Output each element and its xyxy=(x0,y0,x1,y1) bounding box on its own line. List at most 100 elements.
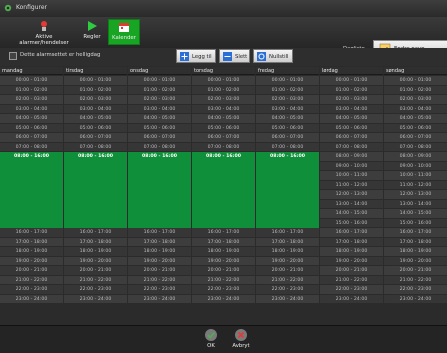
time-slot[interactable]: 00:00 - 01:00 xyxy=(320,76,383,86)
tab-calendar[interactable]: Kalender xyxy=(108,19,140,45)
time-slot[interactable]: 03:00 - 04:00 xyxy=(192,104,255,114)
time-slot[interactable]: 05:00 - 06:00 xyxy=(128,123,191,133)
time-slot[interactable]: 21:00 - 22:00 xyxy=(192,275,255,285)
time-slot[interactable]: 05:00 - 06:00 xyxy=(0,123,63,133)
time-slot[interactable]: 01:00 - 02:00 xyxy=(64,85,127,95)
time-slot[interactable]: 17:00 - 18:00 xyxy=(0,237,63,247)
time-slot[interactable]: 12:00 - 13:00 xyxy=(384,190,447,200)
time-slot[interactable]: 12:00 - 13:00 xyxy=(320,190,383,200)
add-button[interactable]: Legg til xyxy=(176,49,216,63)
time-slot[interactable]: 23:00 - 24:00 xyxy=(320,294,383,304)
time-slot[interactable]: 15:00 - 16:00 xyxy=(320,218,383,228)
time-slot[interactable]: 05:00 - 06:00 xyxy=(320,123,383,133)
time-slot[interactable]: 01:00 - 02:00 xyxy=(192,85,255,95)
reset-button[interactable]: Nullstill xyxy=(253,49,293,63)
time-slot[interactable]: 00:00 - 01:00 xyxy=(64,76,127,86)
time-slot[interactable]: 06:00 - 07:00 xyxy=(384,133,447,143)
time-slot[interactable]: 20:00 - 21:00 xyxy=(384,266,447,276)
time-slot[interactable]: 01:00 - 02:00 xyxy=(256,85,319,95)
time-slot[interactable]: 08:00 - 09:00 xyxy=(320,152,383,162)
time-slot[interactable]: 07:00 - 08:00 xyxy=(256,142,319,152)
time-slot[interactable]: 16:00 - 17:00 xyxy=(384,228,447,238)
time-slot[interactable]: 21:00 - 22:00 xyxy=(0,275,63,285)
time-slot[interactable]: 01:00 - 02:00 xyxy=(384,85,447,95)
time-slot[interactable]: 16:00 - 17:00 xyxy=(0,228,63,238)
time-slot[interactable]: 19:00 - 20:00 xyxy=(128,256,191,266)
time-slot[interactable]: 09:00 - 10:00 xyxy=(320,161,383,171)
time-slot[interactable]: 17:00 - 18:00 xyxy=(320,237,383,247)
time-slot[interactable]: 22:00 - 23:00 xyxy=(128,285,191,295)
time-slot[interactable]: 17:00 - 18:00 xyxy=(384,237,447,247)
time-slot[interactable]: 19:00 - 20:00 xyxy=(64,256,127,266)
time-slot[interactable]: 14:00 - 15:00 xyxy=(384,209,447,219)
time-slot[interactable]: 22:00 - 23:00 xyxy=(320,285,383,295)
time-slot[interactable]: 09:00 - 10:00 xyxy=(384,161,447,171)
time-slot[interactable]: 22:00 - 23:00 xyxy=(64,285,127,295)
time-slot[interactable]: 19:00 - 20:00 xyxy=(192,256,255,266)
time-slot[interactable]: 02:00 - 03:00 xyxy=(384,95,447,105)
time-slot[interactable]: 08:00 - 16:00 xyxy=(256,152,319,228)
time-slot[interactable]: 18:00 - 19:00 xyxy=(256,247,319,257)
time-slot[interactable]: 22:00 - 23:00 xyxy=(256,285,319,295)
time-slot[interactable]: 06:00 - 07:00 xyxy=(128,133,191,143)
time-slot[interactable]: 05:00 - 06:00 xyxy=(384,123,447,133)
time-slot[interactable]: 08:00 - 16:00 xyxy=(0,152,63,228)
tab-active-alarms[interactable]: Aktive alarmer/hendelser xyxy=(14,19,74,46)
time-slot[interactable]: 01:00 - 02:00 xyxy=(320,85,383,95)
time-slot[interactable]: 06:00 - 07:00 xyxy=(256,133,319,143)
time-slot[interactable]: 18:00 - 19:00 xyxy=(0,247,63,257)
time-slot[interactable]: 17:00 - 18:00 xyxy=(192,237,255,247)
time-slot[interactable]: 20:00 - 21:00 xyxy=(192,266,255,276)
time-slot[interactable]: 17:00 - 18:00 xyxy=(128,237,191,247)
time-slot[interactable]: 17:00 - 18:00 xyxy=(64,237,127,247)
time-slot[interactable]: 11:00 - 12:00 xyxy=(320,180,383,190)
time-slot[interactable]: 20:00 - 21:00 xyxy=(64,266,127,276)
time-slot[interactable]: 20:00 - 21:00 xyxy=(320,266,383,276)
time-slot[interactable]: 23:00 - 24:00 xyxy=(256,294,319,304)
time-slot[interactable]: 18:00 - 19:00 xyxy=(384,247,447,257)
time-slot[interactable]: 07:00 - 08:00 xyxy=(320,142,383,152)
time-slot[interactable]: 03:00 - 04:00 xyxy=(320,104,383,114)
time-slot[interactable]: 10:00 - 11:00 xyxy=(384,171,447,181)
time-slot[interactable]: 14:00 - 15:00 xyxy=(320,209,383,219)
time-slot[interactable]: 07:00 - 08:00 xyxy=(0,142,63,152)
time-slot[interactable]: 21:00 - 22:00 xyxy=(128,275,191,285)
time-slot[interactable]: 21:00 - 22:00 xyxy=(384,275,447,285)
time-slot[interactable]: 11:00 - 12:00 xyxy=(384,180,447,190)
tab-rules[interactable]: Regler xyxy=(80,19,104,45)
time-slot[interactable]: 19:00 - 20:00 xyxy=(320,256,383,266)
time-slot[interactable]: 02:00 - 03:00 xyxy=(320,95,383,105)
time-slot[interactable]: 07:00 - 08:00 xyxy=(192,142,255,152)
time-slot[interactable]: 03:00 - 04:00 xyxy=(256,104,319,114)
time-slot[interactable]: 04:00 - 05:00 xyxy=(256,114,319,124)
time-slot[interactable]: 07:00 - 08:00 xyxy=(128,142,191,152)
time-slot[interactable]: 03:00 - 04:00 xyxy=(64,104,127,114)
time-slot[interactable]: 06:00 - 07:00 xyxy=(64,133,127,143)
time-slot[interactable]: 02:00 - 03:00 xyxy=(64,95,127,105)
time-slot[interactable]: 03:00 - 04:00 xyxy=(384,104,447,114)
time-slot[interactable]: 03:00 - 04:00 xyxy=(128,104,191,114)
time-slot[interactable]: 07:00 - 08:00 xyxy=(64,142,127,152)
time-slot[interactable]: 20:00 - 21:00 xyxy=(256,266,319,276)
time-slot[interactable]: 00:00 - 01:00 xyxy=(384,76,447,86)
ok-button[interactable]: OK xyxy=(198,328,224,352)
time-slot[interactable]: 19:00 - 20:00 xyxy=(384,256,447,266)
time-slot[interactable]: 21:00 - 22:00 xyxy=(256,275,319,285)
time-slot[interactable]: 02:00 - 03:00 xyxy=(256,95,319,105)
time-slot[interactable]: 06:00 - 07:00 xyxy=(320,133,383,143)
time-slot[interactable]: 22:00 - 23:00 xyxy=(192,285,255,295)
time-slot[interactable]: 21:00 - 22:00 xyxy=(320,275,383,285)
time-slot[interactable]: 01:00 - 02:00 xyxy=(128,85,191,95)
time-slot[interactable]: 15:00 - 16:00 xyxy=(384,218,447,228)
time-slot[interactable]: 04:00 - 05:00 xyxy=(128,114,191,124)
time-slot[interactable]: 18:00 - 19:00 xyxy=(128,247,191,257)
time-slot[interactable]: 23:00 - 24:00 xyxy=(192,294,255,304)
time-slot[interactable]: 04:00 - 05:00 xyxy=(192,114,255,124)
time-slot[interactable]: 06:00 - 07:00 xyxy=(0,133,63,143)
time-slot[interactable]: 00:00 - 01:00 xyxy=(0,76,63,86)
time-slot[interactable]: 19:00 - 20:00 xyxy=(256,256,319,266)
time-slot[interactable]: 08:00 - 16:00 xyxy=(64,152,127,228)
cancel-button[interactable]: Avbryt xyxy=(228,328,254,352)
time-slot[interactable]: 00:00 - 01:00 xyxy=(192,76,255,86)
time-slot[interactable]: 16:00 - 17:00 xyxy=(256,228,319,238)
